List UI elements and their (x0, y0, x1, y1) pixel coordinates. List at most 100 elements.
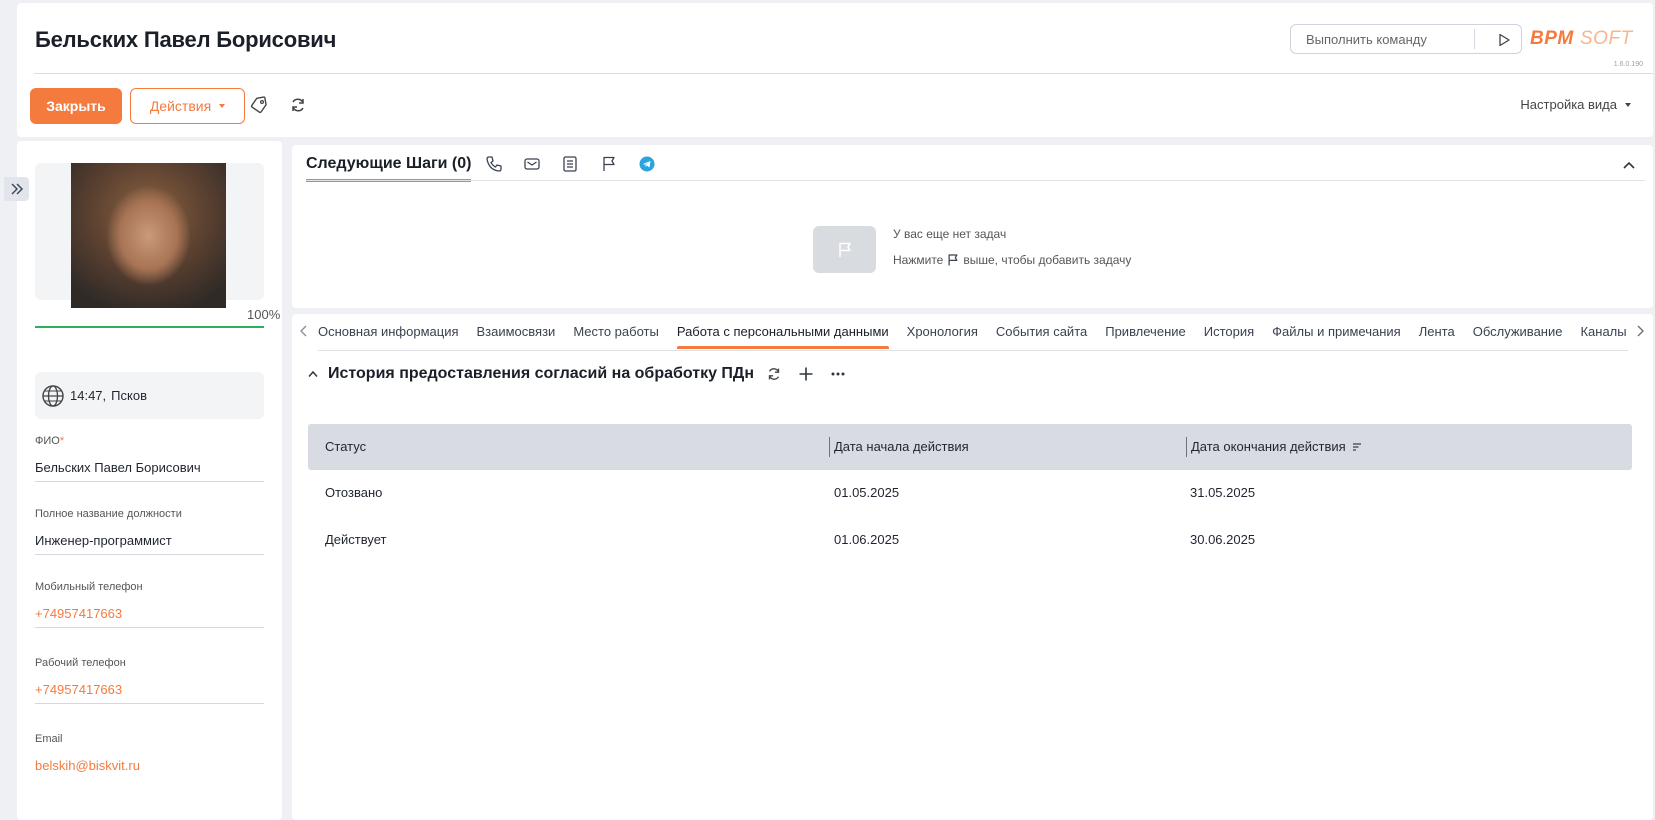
email-link[interactable]: belskih@biskvit.ru (35, 758, 264, 779)
completeness-label: 100% (247, 307, 281, 322)
refresh-icon (768, 368, 780, 380)
refresh-button[interactable] (285, 92, 311, 118)
table-row[interactable]: Действует 01.06.2025 30.06.2025 (308, 517, 1632, 564)
phone-icon (486, 156, 502, 172)
empty-tasks-hint: Нажмите выше, чтобы добавить задачу (893, 253, 1131, 267)
column-header-end-date[interactable]: Дата окончания действия (1191, 439, 1362, 454)
empty-tasks-illustration (813, 226, 876, 273)
close-button[interactable]: Закрыть (30, 88, 122, 124)
fullname-input[interactable]: Бельских Павел Борисович (35, 460, 264, 482)
svg-text:BPM: BPM (1530, 28, 1574, 49)
expand-panel-button[interactable] (4, 177, 29, 201)
tab-personal-data[interactable]: Работа с персональными данными (676, 314, 889, 349)
tab-files-notes[interactable]: Файлы и примечания (1272, 314, 1401, 349)
telegram-button[interactable] (635, 152, 659, 176)
bpmsoft-logo: BPM SOFT (1530, 28, 1634, 49)
flag-icon (603, 156, 615, 171)
tab-feed[interactable]: Лента (1419, 314, 1455, 349)
section-title: История предоставления согласий на обраб… (328, 365, 754, 382)
collapse-section-button[interactable] (306, 362, 320, 386)
chevron-right-icon (1637, 325, 1644, 337)
contact-photo[interactable] (71, 163, 226, 308)
scroll-tabs-left-button[interactable] (292, 320, 316, 342)
tab-relationships[interactable]: Взаимосвязи (477, 314, 556, 349)
required-mark: * (59, 435, 65, 447)
field-mobile-phone: Мобильный телефон +74957417663 (35, 581, 264, 628)
job-title-input[interactable]: Инженер-программист (35, 533, 264, 555)
tab-communication-channels[interactable]: Каналы коммуникации (1580, 314, 1628, 349)
field-label: Email (35, 733, 63, 745)
column-resizer[interactable] (829, 437, 830, 457)
svg-text:SOFT: SOFT (1580, 28, 1634, 49)
details-panel: Основная информация Взаимосвязи Место рабо… (292, 314, 1653, 820)
empty-tasks-message: У вас еще нет задач (893, 227, 1007, 241)
chevron-up-icon (308, 370, 318, 377)
next-steps-title[interactable]: Следующие Шаги (0) (306, 155, 472, 182)
consents-section-header: История предоставления согласий на обраб… (306, 362, 850, 386)
command-separator (1474, 29, 1475, 49)
globe-icon (42, 384, 64, 407)
steps-divider (306, 180, 1645, 181)
tab-engagement[interactable]: Привлечение (1105, 314, 1186, 349)
column-header-status[interactable]: Статус (325, 439, 366, 454)
run-command-button[interactable] (1493, 29, 1515, 51)
completeness-bar (35, 326, 264, 328)
flag-icon (838, 242, 851, 257)
grid-header: Статус Дата начала действия Дата окончан… (308, 424, 1632, 470)
chevron-down-icon (1625, 102, 1631, 107)
column-resizer[interactable] (1186, 437, 1187, 457)
tab-main-info[interactable]: Основная информация (318, 314, 459, 349)
header-divider (34, 73, 1653, 74)
collapse-steps-button[interactable] (1619, 155, 1639, 175)
add-email-button[interactable] (520, 152, 544, 176)
tab-history[interactable]: История (1204, 314, 1254, 349)
page-title: Бельских Павел Борисович (35, 27, 337, 52)
add-record-button[interactable] (794, 362, 818, 386)
column-header-start-date[interactable]: Дата начала действия (834, 439, 969, 454)
table-row[interactable]: Отозвано 01.05.2025 31.05.2025 (308, 470, 1632, 517)
field-label: Полное название должности (35, 508, 182, 520)
add-task-button[interactable] (597, 152, 621, 176)
view-settings-button[interactable]: Настройка вида (1520, 97, 1631, 112)
cell-start-date: 01.05.2025 (834, 485, 900, 500)
add-note-button[interactable] (558, 152, 582, 176)
tab-workplace[interactable]: Место работы (573, 314, 659, 349)
field-label: Рабочий телефон (35, 657, 126, 669)
hint-text-after: выше, чтобы добавить задачу (963, 253, 1132, 267)
field-job-title: Полное название должности Инженер-програ… (35, 508, 264, 555)
sort-icon (1352, 442, 1361, 451)
tab-timeline[interactable]: Хронология (907, 314, 978, 349)
scroll-tabs-right-button[interactable] (1629, 320, 1651, 342)
hint-text-before: Нажмите (893, 253, 944, 267)
tab-strip: Основная информация Взаимосвязи Место рабо… (318, 314, 1628, 351)
view-settings-label: Настройка вида (1520, 97, 1617, 112)
double-chevron-right-icon (11, 183, 23, 195)
add-call-button[interactable] (482, 152, 506, 176)
local-time: 14:47, (70, 388, 107, 403)
refresh-icon (292, 98, 304, 112)
refresh-section-button[interactable] (762, 362, 786, 386)
tag-icon (250, 96, 267, 114)
version-label: 1.6.0.190 (1613, 61, 1643, 68)
more-icon (831, 372, 845, 376)
play-icon (1499, 33, 1510, 47)
column-header-label: Дата окончания действия (1191, 439, 1346, 454)
completeness-fill (35, 326, 264, 328)
command-box (1290, 24, 1522, 54)
tab-site-events[interactable]: События сайта (996, 314, 1087, 349)
mobile-phone-link[interactable]: +74957417663 (35, 606, 264, 628)
cell-start-date: 01.06.2025 (834, 532, 900, 547)
plus-icon (799, 367, 813, 381)
field-work-phone: Рабочий телефон +74957417663 (35, 657, 264, 704)
cell-status: Действует (325, 532, 387, 547)
timezone-widget[interactable]: 14:47, Псков (35, 372, 264, 419)
actions-button[interactable]: Действия (130, 88, 245, 124)
more-options-button[interactable] (826, 362, 850, 386)
tab-service[interactable]: Обслуживание (1473, 314, 1563, 349)
tag-button[interactable] (246, 92, 272, 118)
command-input[interactable] (1291, 31, 1471, 47)
work-phone-link[interactable]: +74957417663 (35, 682, 264, 704)
consents-grid: Статус Дата начала действия Дата окончан… (308, 424, 1632, 564)
field-label: ФИО (35, 435, 60, 447)
flag-icon (948, 254, 958, 266)
